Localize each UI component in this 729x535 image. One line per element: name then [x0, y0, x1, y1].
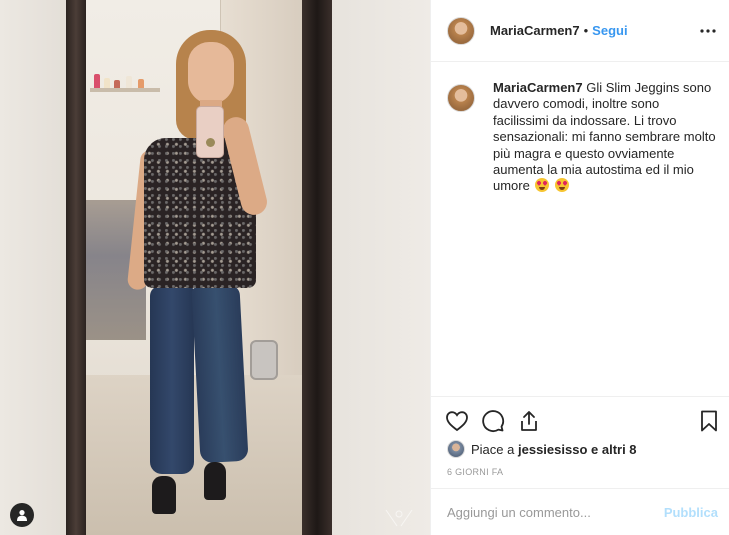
- heart-eyes-emoji-icon: [535, 178, 550, 193]
- likes-prefix: Piace a: [471, 441, 515, 457]
- mirror-frame: [66, 0, 86, 535]
- smartphone: [196, 106, 224, 158]
- post-details-panel: MariaCarmen7 • Segui MariaCarmen7 Gli Sl…: [430, 0, 729, 535]
- likes-text: Piace a jessiesisso e altri 8: [471, 442, 637, 457]
- caption: MariaCarmen7 Gli Slim Jeggins sono davve…: [447, 80, 717, 195]
- author-username-link[interactable]: MariaCarmen7: [490, 23, 580, 38]
- publish-button[interactable]: Pubblica: [664, 505, 718, 520]
- comment-icon[interactable]: [481, 409, 505, 433]
- heart-icon[interactable]: [445, 409, 469, 433]
- avatar[interactable]: [447, 84, 475, 112]
- bottle: [138, 79, 144, 88]
- heel-shoe: [152, 476, 176, 514]
- bottle: [94, 74, 100, 88]
- mirror-frame: [302, 0, 332, 535]
- user-tag-icon[interactable]: [10, 503, 34, 527]
- comment-input[interactable]: [447, 504, 664, 520]
- avatar[interactable]: [447, 16, 475, 45]
- caption-text: MariaCarmen7 Gli Slim Jeggins sono davve…: [493, 80, 717, 195]
- comment-form: Pubblica: [431, 488, 729, 535]
- bottle: [126, 76, 132, 88]
- shelf: [90, 88, 160, 92]
- floor: [86, 375, 302, 535]
- bottle: [104, 78, 110, 88]
- follow-button[interactable]: Segui: [592, 23, 627, 38]
- action-bar: [431, 396, 729, 444]
- likes-summary: Piace a jessiesisso e altri 8: [447, 440, 637, 458]
- likes-others-link[interactable]: e altri 8: [591, 442, 637, 457]
- wall: [0, 0, 70, 535]
- caption-body: Gli Slim Jeggins sono davvero comodi, in…: [493, 80, 716, 194]
- liker-avatar[interactable]: [447, 440, 465, 458]
- jeans-leg: [191, 284, 249, 464]
- bookmark-icon[interactable]: [697, 409, 721, 433]
- fan: [250, 340, 278, 380]
- liker-username-link[interactable]: jessiesisso: [518, 442, 587, 457]
- jeans-leg: [150, 286, 194, 474]
- wall: [330, 0, 430, 535]
- separator-dot: •: [583, 23, 589, 38]
- more-options-icon[interactable]: [698, 21, 718, 41]
- post-timestamp[interactable]: 6 GIORNI FA: [447, 467, 503, 477]
- post-header: MariaCarmen7 • Segui: [431, 0, 729, 62]
- heart-eyes-emoji-icon: [555, 178, 570, 193]
- watermark-logo: [385, 509, 413, 527]
- person-face: [188, 42, 234, 104]
- share-icon[interactable]: [517, 409, 541, 433]
- post-photo[interactable]: [0, 0, 430, 535]
- bottle: [114, 80, 120, 88]
- user-tag-icon-glyph: [17, 510, 27, 521]
- heel-shoe: [204, 462, 226, 500]
- caption-username-link[interactable]: MariaCarmen7: [493, 80, 583, 95]
